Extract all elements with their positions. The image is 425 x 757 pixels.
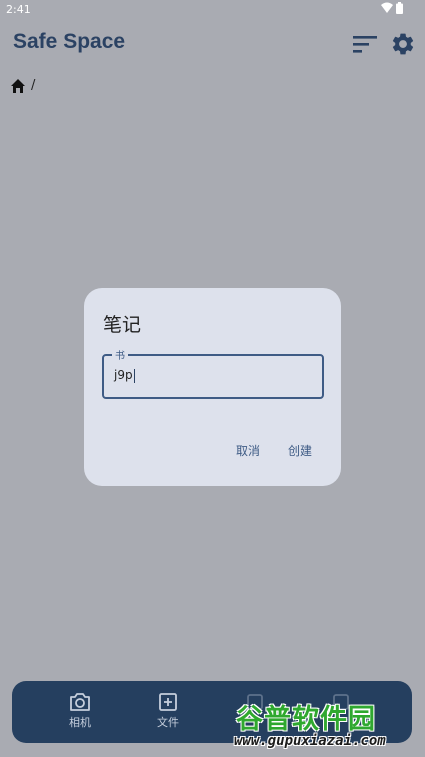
battery-icon — [396, 2, 403, 14]
home-icon[interactable] — [10, 78, 26, 94]
text-caret — [133, 368, 135, 383]
status-time: 2:41 — [6, 3, 31, 16]
field-value-wrap: j9p — [114, 368, 135, 383]
field-value[interactable]: j9p — [114, 368, 133, 382]
watermark-url: www.gupuxiazai.com — [234, 733, 386, 749]
field-label: 书 — [112, 347, 128, 362]
app-title: Safe Space — [13, 30, 126, 53]
file-button[interactable]: 文件 — [146, 692, 190, 730]
camera-icon — [70, 693, 90, 711]
status-bar: 2:41 — [0, 0, 425, 20]
status-icons — [380, 2, 403, 15]
camera-label: 相机 — [69, 716, 91, 729]
file-label: 文件 — [157, 716, 179, 729]
sort-icon[interactable] — [352, 33, 378, 55]
add-box-icon — [159, 693, 177, 711]
gear-icon[interactable] — [390, 31, 416, 57]
breadcrumb-separator: / — [31, 78, 36, 93]
create-button[interactable]: 创建 — [288, 442, 312, 459]
watermark: 谷普软件园 www.gupuxiazai.com — [232, 697, 422, 755]
note-name-field[interactable]: 书 j9p — [102, 347, 324, 399]
new-note-dialog: 笔记 书 j9p 取消 创建 — [84, 288, 341, 486]
dialog-title: 笔记 — [103, 314, 142, 336]
watermark-brand: 谷普软件园 — [236, 704, 376, 735]
cancel-button[interactable]: 取消 — [236, 442, 260, 459]
wifi-icon — [380, 2, 393, 13]
camera-button[interactable]: 相机 — [58, 692, 102, 730]
